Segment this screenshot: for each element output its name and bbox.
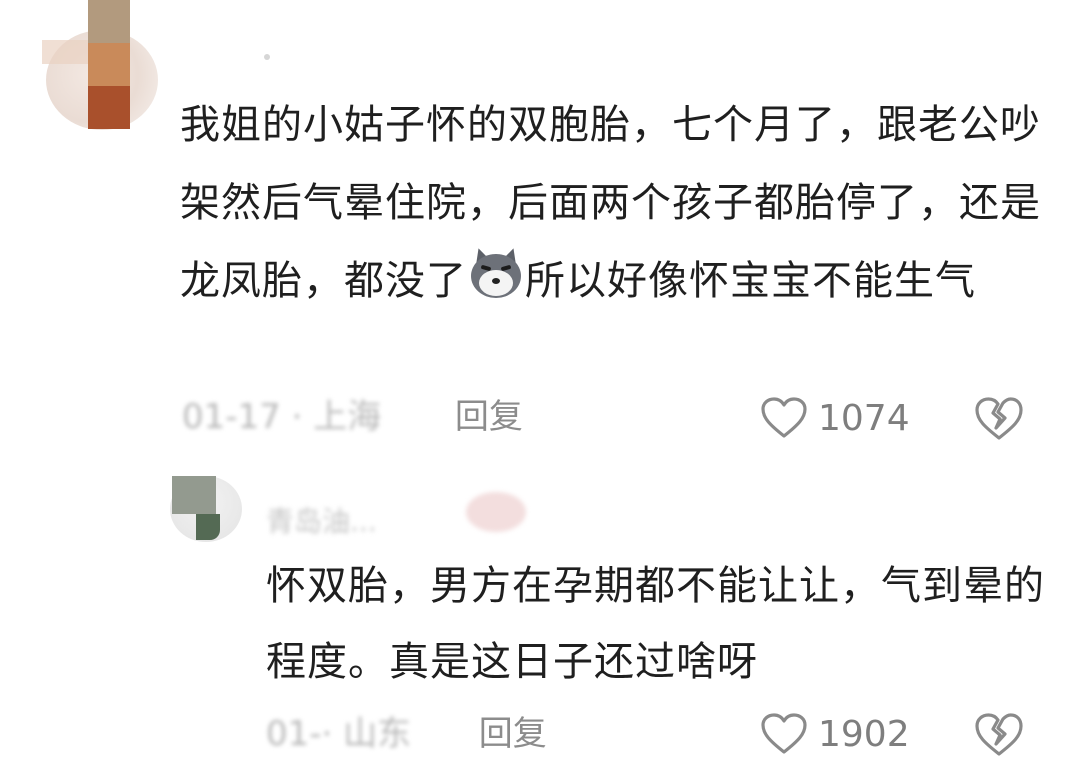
comment1-text: 我姐的小姑子怀的双胞胎，七个月了，跟老公吵架然后气晕住院，后面两个孩子都胎停了，… [180, 86, 1050, 320]
username-comment2[interactable]: 青岛油... [266, 492, 526, 538]
heart-outline-icon [761, 713, 807, 754]
like-button[interactable]: 1902 [760, 708, 910, 760]
heart-outline-icon [761, 397, 807, 438]
broken-heart-icon[interactable] [972, 710, 1026, 758]
like-button[interactable]: 1074 [760, 392, 910, 444]
comment2-meta: 01-· 山东 回复 [266, 708, 547, 760]
avatar-mosaic-overlay [42, 40, 88, 64]
comment2-date-location: 01-· 山东 [266, 714, 412, 754]
husky-dog-emoji-icon [469, 245, 523, 302]
comment2-text: 怀双胎，男方在孕期都不能让让，气到晕的程度。真是这日子还过啥呀 [266, 563, 1045, 685]
like-count: 1902 [818, 713, 910, 755]
comment1-text-part2: 所以好像怀宝宝不能生气 [525, 258, 976, 304]
broken-heart-icon[interactable] [972, 394, 1026, 442]
like-count: 1074 [818, 397, 910, 439]
reply-button[interactable]: 回复 [455, 397, 523, 437]
reply-button[interactable]: 回复 [479, 714, 547, 754]
avatar-mosaic-overlay [172, 476, 216, 514]
comment1-meta: 01-17 · 上海 回复 [182, 392, 523, 442]
avatar-mosaic-overlay [196, 514, 220, 540]
username-comment2-text: 青岛油... [266, 505, 377, 538]
username-comment1[interactable]: · [182, 36, 322, 62]
avatar-mosaic-overlay [88, 0, 130, 129]
username-dot: · [264, 54, 270, 60]
comment1-date-location: 01-17 · 上海 [182, 397, 382, 437]
